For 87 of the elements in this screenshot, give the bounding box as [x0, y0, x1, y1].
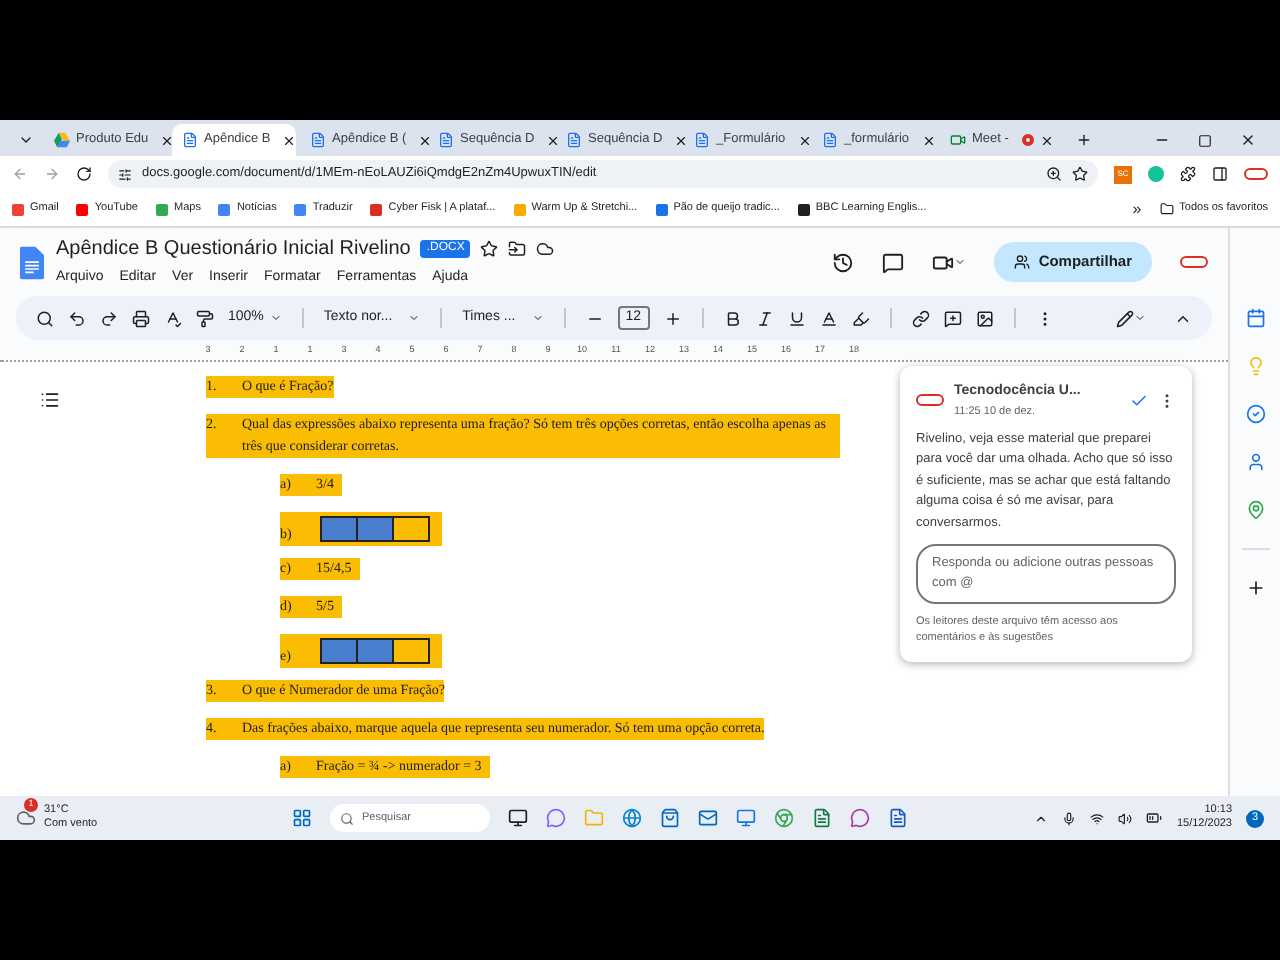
maximize-icon[interactable]	[1198, 133, 1212, 147]
folder-icon[interactable]	[1159, 202, 1174, 216]
monitor-icon[interactable]	[736, 808, 756, 828]
document-icon	[694, 132, 710, 148]
profile-logo-icon[interactable]	[1180, 256, 1208, 268]
cloud-icon[interactable]	[536, 240, 555, 259]
map-pin-icon[interactable]	[1245, 500, 1265, 520]
microphone-icon[interactable]	[1062, 811, 1077, 825]
star-icon[interactable]	[480, 240, 499, 259]
spreadsheet-icon[interactable]	[812, 808, 832, 828]
site-info-icon[interactable]	[118, 167, 132, 181]
start-icon[interactable]	[292, 808, 312, 828]
tab-list-icon[interactable]	[18, 132, 34, 148]
caret-icon	[531, 312, 544, 324]
video-icon	[950, 132, 966, 148]
close-icon[interactable]	[797, 133, 812, 147]
word-icon[interactable]	[888, 808, 908, 828]
browser-icon[interactable]	[622, 808, 642, 828]
document-icon	[438, 132, 454, 148]
spellcheck-icon[interactable]	[164, 309, 182, 327]
side-panel-icon[interactable]	[1212, 166, 1228, 182]
bookmark-star-icon[interactable]	[1072, 166, 1088, 182]
document-icon	[182, 132, 198, 148]
document-title[interactable]: Apêndice B Questionário Inicial Rivelino	[56, 234, 411, 265]
close-icon[interactable]	[418, 133, 433, 147]
chat-icon[interactable]	[546, 808, 566, 828]
profile-logo-icon[interactable]	[1244, 168, 1268, 180]
zoom-icon[interactable]	[1046, 166, 1062, 182]
close-icon[interactable]	[921, 133, 936, 147]
tasks-icon[interactable]	[1245, 404, 1265, 424]
video-icon[interactable]	[932, 251, 955, 273]
task-view-icon[interactable]	[508, 808, 528, 828]
triangle-logo-icon	[54, 132, 70, 148]
caret-icon	[269, 312, 282, 324]
search-icon	[340, 811, 354, 825]
underline-icon[interactable]	[787, 309, 806, 327]
image-icon[interactable]	[975, 309, 994, 327]
weather-icon[interactable]	[16, 808, 36, 828]
contacts-icon[interactable]	[1245, 452, 1265, 472]
search-icon[interactable]	[36, 309, 54, 327]
reload-icon[interactable]	[76, 166, 92, 182]
outline-icon[interactable]	[40, 390, 60, 410]
pencil-icon[interactable]	[1116, 309, 1134, 327]
people-icon	[1014, 254, 1031, 270]
close-icon[interactable]	[674, 133, 689, 147]
link-icon[interactable]	[911, 309, 930, 327]
move-folder-icon[interactable]	[508, 240, 527, 259]
close-icon[interactable]	[1240, 132, 1256, 148]
caret-icon[interactable]	[954, 256, 967, 268]
volume-icon[interactable]	[1118, 811, 1133, 825]
paint-format-icon[interactable]	[196, 309, 214, 327]
caret-icon[interactable]	[1134, 312, 1146, 324]
comment-icon[interactable]	[882, 251, 905, 273]
mail-icon[interactable]	[698, 808, 718, 828]
highlight-icon[interactable]	[851, 309, 870, 327]
extensions-icon[interactable]	[1180, 166, 1196, 182]
resolve-check-icon[interactable]	[1130, 391, 1148, 410]
back-icon[interactable]	[12, 166, 28, 182]
close-icon[interactable]	[282, 133, 297, 147]
italic-icon[interactable]	[755, 309, 774, 327]
chevron-up-icon[interactable]	[1034, 811, 1049, 825]
document-icon	[822, 132, 838, 148]
document-icon	[566, 132, 582, 148]
undo-icon[interactable]	[68, 309, 86, 327]
close-icon[interactable]	[546, 133, 561, 147]
print-icon[interactable]	[132, 309, 150, 327]
close-icon[interactable]	[160, 133, 175, 147]
add-icon[interactable]	[1245, 578, 1265, 598]
new-tab-icon[interactable]	[1076, 132, 1092, 148]
document-icon	[310, 132, 326, 148]
history-icon[interactable]	[832, 251, 855, 273]
chrome-icon[interactable]	[774, 808, 794, 828]
text-color-icon[interactable]	[819, 309, 838, 327]
close-icon[interactable]	[1040, 133, 1054, 147]
more-bookmarks-button[interactable]: »	[1132, 197, 1142, 221]
battery-icon[interactable]	[1146, 810, 1163, 826]
redo-icon[interactable]	[100, 309, 118, 327]
bold-icon[interactable]	[723, 309, 742, 327]
avatar-logo-icon	[916, 394, 944, 407]
app-icon[interactable]	[850, 808, 870, 828]
store-icon[interactable]	[660, 808, 680, 828]
calendar-icon[interactable]	[1245, 308, 1265, 328]
docs-logo-icon[interactable]	[20, 245, 44, 279]
increase-size-icon[interactable]	[663, 309, 682, 327]
wifi-icon[interactable]	[1090, 811, 1105, 825]
caret-icon	[408, 312, 421, 324]
add-comment-icon[interactable]	[943, 309, 962, 327]
